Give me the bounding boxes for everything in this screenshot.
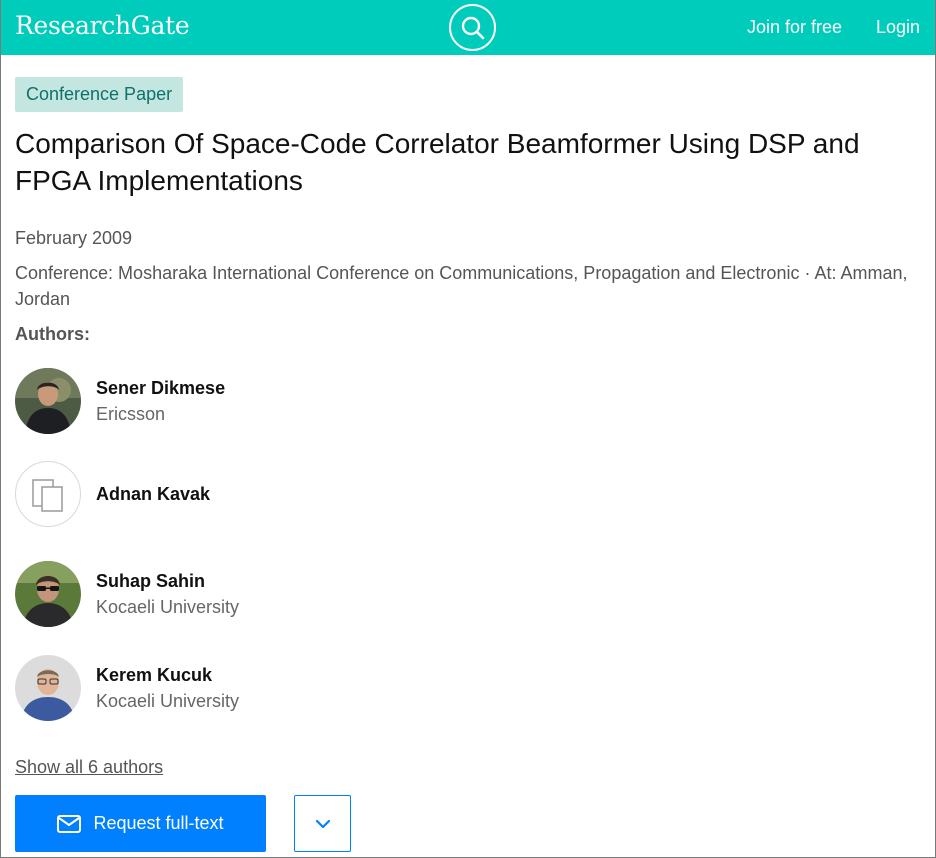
author-institution: Ericsson (96, 404, 166, 424)
author-item[interactable]: Suhap Sahin Kocaeli University (15, 561, 615, 627)
top-bar: ResearchGate Join for free Login (0, 0, 936, 55)
author-institution: Kocaeli University (96, 691, 240, 711)
author-name[interactable]: Sener Dikmese (96, 378, 225, 399)
author-item[interactable]: Kerem Kucuk Kocaeli University (15, 655, 615, 721)
publication-type-badge: Conference Paper (15, 77, 184, 112)
avatar-photo (15, 655, 81, 721)
show-all-authors-link[interactable]: Show all 6 authors (15, 757, 163, 778)
author-avatar[interactable] (15, 368, 81, 434)
author-placeholder-icon (32, 479, 63, 512)
request-full-text-button[interactable]: Request full-text (15, 795, 266, 852)
search-button[interactable] (449, 4, 496, 51)
author-avatar[interactable] (15, 461, 81, 527)
researchgate-logo[interactable]: ResearchGate (15, 11, 190, 40)
join-for-free-link[interactable]: Join for free (747, 17, 842, 38)
conference-info: Conference: Mosharaka International Conf… (15, 263, 908, 309)
author-avatar[interactable] (15, 561, 81, 627)
author-item[interactable]: Sener Dikmese Ericsson (15, 368, 615, 434)
authors-heading: Authors: (15, 324, 90, 344)
author-institution: Kocaeli University (96, 597, 240, 617)
login-link[interactable]: Login (876, 17, 920, 38)
avatar-photo (15, 368, 81, 434)
author-avatar[interactable] (15, 655, 81, 721)
avatar-photo (15, 561, 81, 627)
author-name[interactable]: Adnan Kavak (96, 484, 210, 505)
publication-date: February 2009 (15, 228, 133, 248)
search-icon (461, 16, 484, 39)
publication-title: Comparison Of Space-Code Correlator Beam… (15, 128, 860, 196)
author-name[interactable]: Kerem Kucuk (96, 665, 212, 686)
request-full-text-label: Request full-text (93, 813, 224, 833)
author-name[interactable]: Suhap Sahin (96, 571, 205, 592)
more-options-button[interactable] (294, 795, 351, 852)
envelope-icon (57, 814, 82, 833)
chevron-down-icon (315, 819, 330, 828)
author-item[interactable]: Adnan Kavak (15, 461, 615, 527)
